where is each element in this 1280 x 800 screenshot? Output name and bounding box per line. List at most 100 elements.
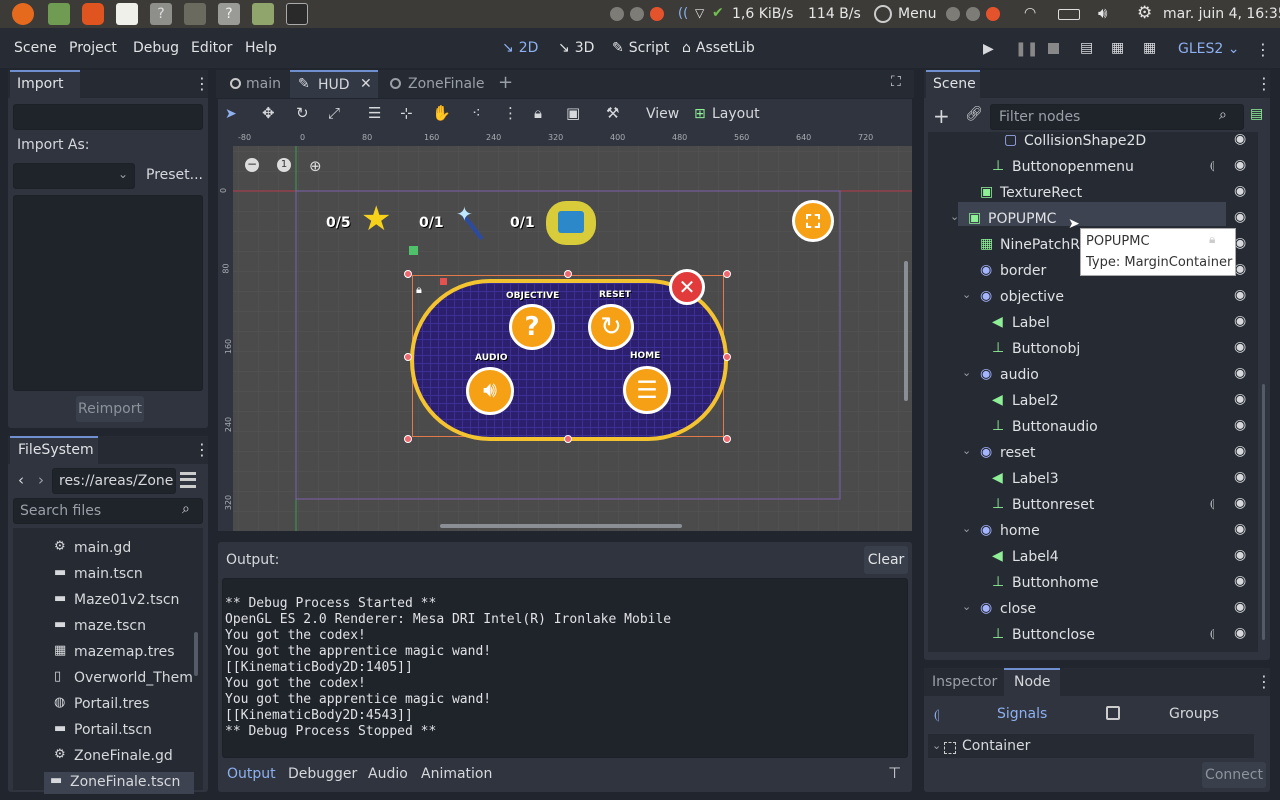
mode-3d[interactable]: ↘ 3D <box>558 40 594 56</box>
scene-node-row[interactable]: ⌄ ◉ objective ◉ <box>928 286 1254 310</box>
unknown-app-icon[interactable]: ? <box>150 3 172 25</box>
file-list-item[interactable]: ▬ main.tscn <box>48 564 198 586</box>
resize-handle[interactable] <box>404 435 412 443</box>
resize-handle[interactable] <box>404 270 412 278</box>
kebab-menu-icon[interactable]: ⋮ <box>194 440 210 459</box>
resize-handle[interactable] <box>404 353 412 361</box>
move-tool-icon[interactable]: ✥ <box>262 104 275 122</box>
chevron-down-icon[interactable]: ⌄ <box>932 739 941 752</box>
play-scene-icon[interactable]: ▤ <box>1080 40 1093 56</box>
visibility-eye-icon[interactable]: ◉ <box>1234 391 1246 407</box>
close-popup-button[interactable]: ✕ <box>669 269 705 305</box>
menu-editor[interactable]: Editor <box>191 40 232 56</box>
close-icon[interactable] <box>986 7 1000 21</box>
bone-icon[interactable]: ⚒ <box>606 104 619 122</box>
group-icon[interactable]: ▣ <box>566 104 580 122</box>
scene-node-row[interactable]: ▣ TextureRect ◉ <box>928 182 1254 206</box>
minimize-icon[interactable] <box>946 7 960 21</box>
vertical-scrollbar[interactable] <box>904 261 908 401</box>
tab-audio[interactable]: Audio <box>368 766 408 782</box>
anchor-handle[interactable] <box>409 246 418 255</box>
import-as-select[interactable]: ⌄ <box>13 163 135 189</box>
file-list-item[interactable]: ▯ Overworld_Them <box>48 668 198 690</box>
stop-icon[interactable] <box>1048 43 1059 54</box>
maximize-icon[interactable] <box>966 7 980 21</box>
scene-node-row[interactable]: ⌄ ◉ home ◉ <box>928 520 1254 544</box>
visibility-eye-icon[interactable]: ◉ <box>1234 495 1246 511</box>
chevron-down-icon[interactable]: ⌄ <box>950 210 959 223</box>
resize-handle[interactable] <box>723 435 731 443</box>
visibility-eye-icon[interactable]: ◉ <box>1234 183 1246 199</box>
signals-tab[interactable]: Signals <box>997 706 1047 722</box>
maximize-icon[interactable] <box>630 7 644 21</box>
menu-project[interactable]: Project <box>69 40 117 56</box>
signal-connected-icon[interactable]: ⦇ <box>1210 626 1215 641</box>
scene-node-row[interactable]: ◀ Label2 ◉ <box>928 390 1254 414</box>
app-icon[interactable] <box>116 3 138 25</box>
instance-scene-icon[interactable]: ▤ <box>1250 106 1263 122</box>
visibility-eye-icon[interactable]: ◉ <box>1234 417 1246 433</box>
firefox-icon[interactable] <box>12 3 34 25</box>
scene-node-row[interactable]: ⊥ Buttonobj ◉ <box>928 338 1254 362</box>
kebab-menu-icon[interactable]: ⋮ <box>1255 40 1271 59</box>
link-icon[interactable]: 🔗︎ <box>965 106 983 122</box>
scene-node-row[interactable]: ⌄ ◉ audio ◉ <box>928 364 1254 388</box>
unknown-app-icon[interactable]: ? <box>218 3 240 25</box>
mode-assetlib[interactable]: ⌂ AssetLib <box>682 40 755 56</box>
resize-handle[interactable] <box>564 435 572 443</box>
tab-main[interactable]: main <box>218 70 288 98</box>
view-toggle-icon[interactable] <box>180 472 196 488</box>
chevron-down-icon[interactable]: ⌄ <box>962 288 971 301</box>
tab-animation[interactable]: Animation <box>421 766 492 782</box>
visibility-eye-icon[interactable]: ◉ <box>1234 521 1246 537</box>
lock-icon[interactable]: 🔒︎ <box>534 104 542 122</box>
kebab-menu-icon[interactable]: ⋮ <box>503 104 518 122</box>
menu-button[interactable]: Menu <box>898 6 936 22</box>
file-list-item[interactable]: ⚙ ZoneFinale.gd <box>48 746 198 768</box>
preset-button[interactable]: Preset... <box>146 167 203 183</box>
file-list-item[interactable]: ▬ Maze01v2.tscn <box>48 590 198 612</box>
snap-icon[interactable]: ⁖ <box>472 104 481 122</box>
chevron-down-icon[interactable]: ⌄ <box>962 600 971 613</box>
menu-debug[interactable]: Debug <box>133 40 179 56</box>
zoom-in-icon[interactable]: ⊕ <box>309 157 322 175</box>
kebab-menu-icon[interactable]: ⋮ <box>1256 74 1272 93</box>
open-menu-button[interactable] <box>792 200 834 242</box>
close-tab-icon[interactable]: ✕ <box>360 76 372 92</box>
pivot-tool-icon[interactable]: ⊹ <box>400 104 413 122</box>
connect-button[interactable]: Connect <box>1202 762 1266 788</box>
close-icon[interactable] <box>650 7 664 21</box>
scene-node-row[interactable]: ⌄ ◉ close ◉ <box>928 598 1254 622</box>
scene-node-row[interactable]: ⊥ Buttonaudio ◉ <box>928 416 1254 440</box>
reset-button[interactable]: ↻ <box>588 304 634 350</box>
visibility-eye-icon[interactable]: ◉ <box>1234 157 1246 173</box>
visibility-eye-icon[interactable]: ◉ <box>1234 365 1246 381</box>
view-menu[interactable]: View <box>646 106 679 122</box>
chevron-down-icon[interactable]: ⌄ <box>962 522 971 535</box>
tab-output[interactable]: Output <box>227 766 276 782</box>
resize-handle[interactable] <box>723 270 731 278</box>
resize-handle[interactable] <box>564 270 572 278</box>
visibility-eye-icon[interactable]: ◉ <box>1234 339 1246 355</box>
tab-inspector[interactable]: Inspector <box>932 674 997 690</box>
visibility-eye-icon[interactable]: ◉ <box>1234 209 1246 225</box>
reimport-button[interactable]: Reimport <box>76 396 144 422</box>
file-list-item[interactable]: ◍ Portail.tres <box>48 694 198 716</box>
pin-panel-icon[interactable]: ⊤ <box>888 764 901 782</box>
clock[interactable]: mar. juin 4, 16:35 <box>1163 6 1280 22</box>
filter-nodes-input[interactable]: Filter nodes ⌕ <box>990 104 1244 130</box>
zoom-reset-icon[interactable]: 1 <box>277 158 291 172</box>
scene-node-row[interactable]: ⊥ Buttonopenmenu ⦇ ◉ <box>928 156 1254 180</box>
resize-handle[interactable] <box>723 353 731 361</box>
scene-node-row[interactable]: ▢ CollisionShape2D ◉ <box>928 130 1254 154</box>
visibility-eye-icon[interactable]: ◉ <box>1234 573 1246 589</box>
back-icon[interactable]: ‹ <box>18 471 24 489</box>
file-list-item[interactable]: ▬ maze.tscn <box>48 616 198 638</box>
add-node-icon[interactable]: + <box>933 104 950 128</box>
play-icon[interactable]: ▶ <box>983 41 994 57</box>
objective-button[interactable]: ? <box>509 304 555 350</box>
visibility-eye-icon[interactable]: ◉ <box>1234 313 1246 329</box>
clear-button[interactable]: Clear <box>864 546 908 574</box>
select-tool-icon[interactable]: ➤ <box>225 106 237 122</box>
visibility-eye-icon[interactable]: ◉ <box>1234 547 1246 563</box>
